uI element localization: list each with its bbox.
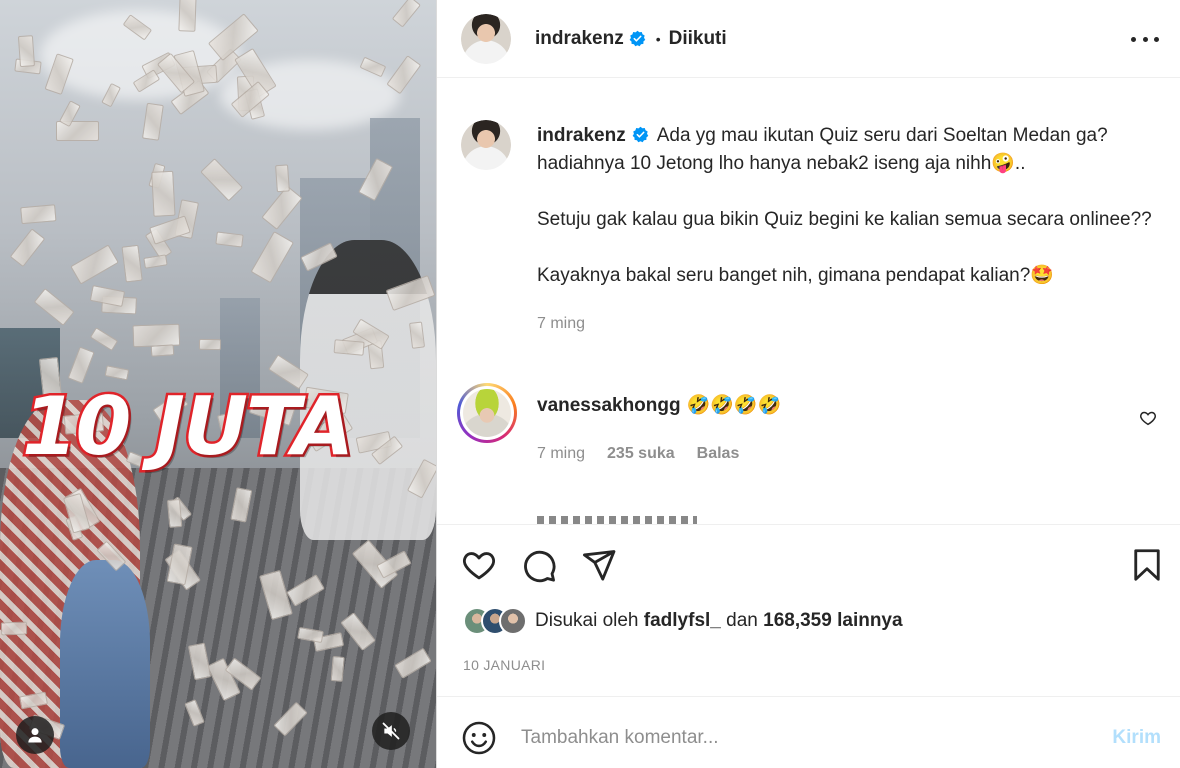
caption-text: indrakenz Ada yg mau ikutan Quiz seru dar… xyxy=(537,122,1161,290)
comment-input[interactable] xyxy=(521,717,1081,759)
falling-bill xyxy=(200,158,243,202)
post-media-video[interactable]: 10 JUTA xyxy=(0,0,436,768)
user-tag-icon xyxy=(28,728,42,743)
likes-summary: Disukai oleh fadlyfsl_ dan 168,359 lainn… xyxy=(463,607,903,635)
falling-bill xyxy=(141,102,165,141)
ring-inner xyxy=(460,386,514,440)
post-dialog: 10 JUTA indrakenz • Diikuti indrakenz Ad… xyxy=(0,0,1180,768)
likes-count-link[interactable]: 168,359 lainnya xyxy=(763,610,902,631)
smiley-icon[interactable] xyxy=(461,720,497,756)
falling-bill xyxy=(275,164,290,193)
falling-bill xyxy=(56,121,99,142)
verified-badge-icon xyxy=(632,126,648,143)
user-tag-button[interactable] xyxy=(16,716,54,754)
caption-paragraph-3: Kayaknya bakal seru banget nih, gimana p… xyxy=(537,265,1054,286)
post-header: indrakenz • Diikuti xyxy=(437,0,1180,78)
falling-bill xyxy=(67,346,95,384)
caption-paragraph-2: Setuju gak kalau gua bikin Quiz begini k… xyxy=(537,209,1152,230)
comment-composer: Kirim xyxy=(437,696,1180,768)
paper-plane-icon[interactable] xyxy=(581,547,617,583)
caption-body: indrakenz Ada yg mau ikutan Quiz seru dar… xyxy=(537,122,1161,338)
more-dot xyxy=(1154,36,1159,42)
avatar-photo xyxy=(461,120,511,170)
caption-username[interactable]: indrakenz xyxy=(537,125,626,146)
comment-meta: 7 ming 235 suka Balas xyxy=(537,440,1161,468)
bookmark-icon[interactable] xyxy=(1129,547,1165,583)
post-actions: Disukai oleh fadlyfsl_ dan 168,359 lainn… xyxy=(437,524,1180,696)
falling-bill xyxy=(89,285,125,307)
comment-bubble-icon[interactable] xyxy=(521,547,557,583)
avatar-photo xyxy=(463,389,511,437)
next-comment-peek xyxy=(537,516,697,524)
comments-list[interactable]: indrakenz Ada yg mau ikutan Quiz seru dar… xyxy=(437,78,1180,524)
verified-badge-icon xyxy=(629,30,645,47)
likes-connector: dan xyxy=(726,610,758,631)
speaker-muted-icon xyxy=(382,722,400,740)
caption-time[interactable]: 7 ming xyxy=(537,310,1161,338)
comment-line: vanessakhongg 🤣🤣🤣🤣 xyxy=(537,391,1161,420)
falling-bill xyxy=(33,288,75,327)
caption-paragraph: indrakenz Ada yg mau ikutan Quiz seru dar… xyxy=(537,122,1161,178)
likes-prefix: Disukai oleh xyxy=(535,610,639,631)
falling-bill xyxy=(20,204,57,225)
falling-bill xyxy=(121,244,143,283)
liker-avatar[interactable] xyxy=(499,607,527,635)
more-options-button[interactable] xyxy=(1131,27,1159,51)
falling-bill xyxy=(17,35,35,68)
likes-text: Disukai oleh fadlyfsl_ dan 168,359 lainn… xyxy=(535,610,903,632)
next-comment-text-fragment xyxy=(537,516,697,524)
reply-button[interactable]: Balas xyxy=(697,445,740,462)
comment-likes[interactable]: 235 suka xyxy=(607,445,675,462)
falling-bill xyxy=(391,0,421,28)
comment-time[interactable]: 7 ming xyxy=(537,445,585,462)
liker-username[interactable]: fadlyfsl_ xyxy=(644,610,721,631)
falling-bill xyxy=(330,655,345,683)
falling-bill xyxy=(89,327,118,352)
falling-bill xyxy=(215,231,244,248)
heart-icon[interactable] xyxy=(461,547,497,583)
comment-heart-icon[interactable] xyxy=(1139,409,1157,427)
comment-item: vanessakhongg 🤣🤣🤣🤣 7 ming 235 suka Balas xyxy=(457,383,1161,483)
person-jeans xyxy=(60,560,150,768)
overlay-text: 10 JUTA xyxy=(20,378,357,476)
falling-bill xyxy=(150,344,175,358)
falling-bill xyxy=(132,323,181,348)
post-comment-button[interactable]: Kirim xyxy=(1112,727,1161,749)
comment-text: 🤣🤣🤣🤣 xyxy=(686,394,782,416)
post-date[interactable]: 10 JANUARI xyxy=(463,657,545,673)
mute-button[interactable] xyxy=(372,712,410,750)
caption: indrakenz Ada yg mau ikutan Quiz seru dar… xyxy=(461,120,1161,360)
falling-bill xyxy=(70,244,119,285)
more-horizontal-icon xyxy=(1131,36,1136,42)
falling-bill xyxy=(333,338,365,356)
follow-status-button[interactable]: Diikuti xyxy=(669,28,727,50)
caption-avatar[interactable] xyxy=(461,120,511,170)
falling-bill xyxy=(104,364,130,381)
avatar-photo xyxy=(461,13,511,64)
falling-bill xyxy=(250,231,295,284)
author-username[interactable]: indrakenz xyxy=(535,28,624,50)
comment-username[interactable]: vanessakhongg xyxy=(537,395,681,416)
author-avatar[interactable] xyxy=(461,13,511,64)
falling-bill xyxy=(261,185,303,230)
falling-bill xyxy=(149,215,192,246)
falling-bill xyxy=(167,499,183,528)
post-details-panel: indrakenz • Diikuti indrakenz Ada yg mau … xyxy=(436,0,1180,768)
falling-bill xyxy=(198,338,222,350)
more-dot xyxy=(1142,36,1148,42)
falling-bill xyxy=(0,621,28,636)
falling-bill xyxy=(178,0,197,32)
falling-bill xyxy=(9,228,46,268)
falling-bill xyxy=(151,170,176,217)
commenter-avatar-story-ring[interactable] xyxy=(457,383,517,443)
comment-body: vanessakhongg 🤣🤣🤣🤣 7 ming 235 suka Balas xyxy=(537,391,1161,468)
separator-dot: • xyxy=(655,30,661,47)
falling-bill xyxy=(386,55,422,95)
falling-bill xyxy=(143,254,169,269)
